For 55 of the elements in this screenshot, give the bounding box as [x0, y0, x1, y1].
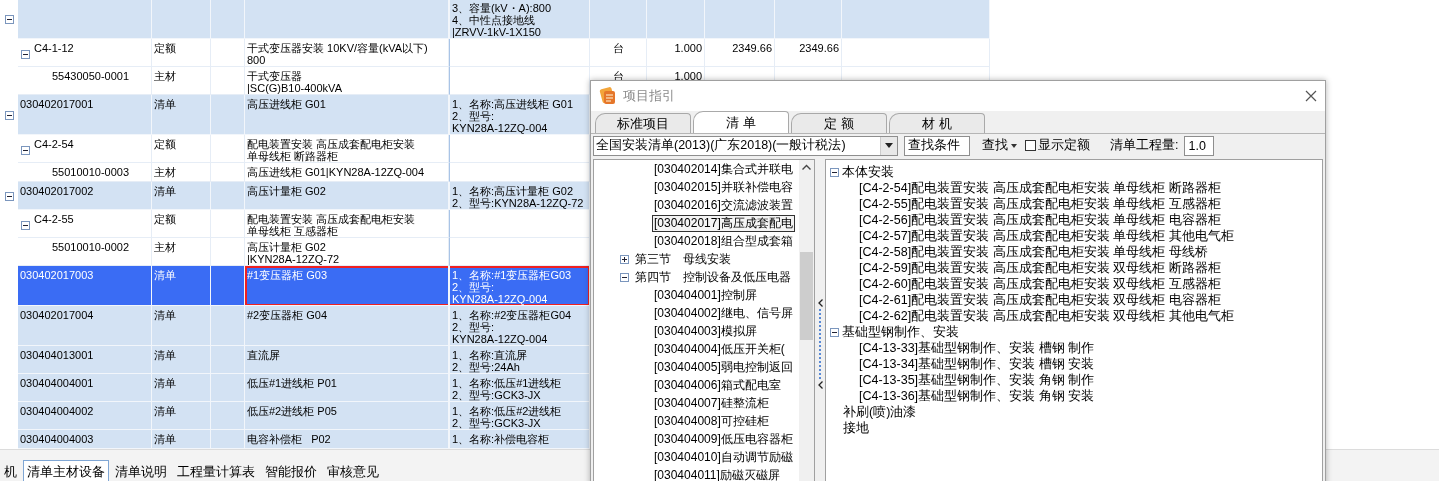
cell-text: 1、名称:高压计量柜 G02 [452, 185, 575, 197]
cell-text: |KYN28A-12ZQ-72 [247, 253, 341, 265]
cell-text: 1、名称:直流屏 [452, 349, 529, 361]
cell-text: 2、型号: [452, 321, 496, 333]
table-cell: C4-2-55 [34, 213, 74, 225]
table-cell: 55430050-0001 [52, 70, 130, 82]
cell-text: 1、名称:补偿电容柜 [452, 433, 551, 445]
cell-text: 2、型号:GCK3-JX [452, 389, 542, 401]
cell-text: 800 [247, 54, 267, 66]
cell-text: 低压#2进线柜 P05 [247, 405, 338, 417]
table-cell: 030402017001 [20, 98, 94, 110]
cell-text: |ZRVV-1kV-1X150 [452, 26, 542, 38]
cell-text: 3、容量(kV・A):800 [452, 2, 553, 14]
cell-text: 单母线柜 互感器柜 [247, 225, 340, 237]
cell-text: 1、名称:低压#1进线柜 [452, 377, 563, 389]
cell-text: 单母线柜 断路器柜 [247, 150, 340, 162]
cell-text: 2、型号:24Ah [452, 361, 521, 373]
cell-text: 4、中性点接地线 [452, 14, 536, 26]
table-cell: 030402017004 [20, 309, 94, 321]
cell-text: KYN28A-12ZQ-004 [452, 333, 549, 345]
cell-text: 高压计量柜 G02 [247, 185, 327, 197]
cell-text: 高压计量柜 G02 [247, 241, 327, 253]
cell-text: 1、名称:#2变压器柜G04 [452, 309, 573, 321]
table-cell: C4-2-54 [34, 138, 74, 150]
cell-text: 2、型号:GCK3-JX [452, 417, 542, 429]
table-cell: C4-1-12 [34, 42, 74, 54]
table-cell: 030404004001 [20, 377, 94, 389]
table-cell: 55010010-0003 [52, 166, 130, 178]
cell-text: 配电装置安装 高压成套配电柜安装 [247, 138, 417, 150]
cell-text: 干式变压器安装 10KV/容量(kVA以下) [247, 42, 429, 54]
cell-text: 配电装置安装 高压成套配电柜安装 [247, 213, 417, 225]
table-cell: 030404004002 [20, 405, 94, 417]
table-cell: 030404004003 [20, 433, 94, 445]
cell-text: 高压进线柜 G01|KYN28A-12ZQ-004 [247, 166, 426, 178]
cell-text: 1、名称:高压进线柜 G01 [452, 98, 575, 110]
cell-text: 干式变压器 [247, 70, 303, 82]
table-cell: 030402017002 [20, 185, 94, 197]
cell-text: 1、名称:低压#2进线柜 [452, 405, 563, 417]
quantity-label: 清单工程量: [1110, 137, 1179, 154]
cell-text: 2、型号: [452, 110, 496, 122]
cell-text: 直流屏 [247, 349, 281, 361]
cell-text: 低压#1进线柜 P01 [247, 377, 338, 389]
cell-text: #2变压器柜 G04 [247, 309, 329, 321]
cell-text: 高压进线柜 G01 [247, 98, 327, 110]
cell-text: 电容补偿柜 P02 [247, 433, 332, 445]
cell-text: |SC(G)B10-400kVA [247, 82, 343, 94]
table-cell: 030404013001 [20, 349, 94, 361]
table-cell: 55010010-0002 [52, 241, 130, 253]
cell-text: KYN28A-12ZQ-004 [452, 122, 549, 134]
cell-text: 2、型号: [452, 281, 496, 293]
cell-text: 2、型号:KYN28A-12ZQ-72 [452, 197, 585, 209]
table-cell: 030402017003 [20, 269, 94, 281]
cell-text: #1变压器柜 G03 [247, 269, 329, 281]
cell-text: KYN28A-12ZQ-004 [452, 293, 549, 305]
cell-text: 1、名称:#1变压器柜G03 [452, 269, 573, 281]
